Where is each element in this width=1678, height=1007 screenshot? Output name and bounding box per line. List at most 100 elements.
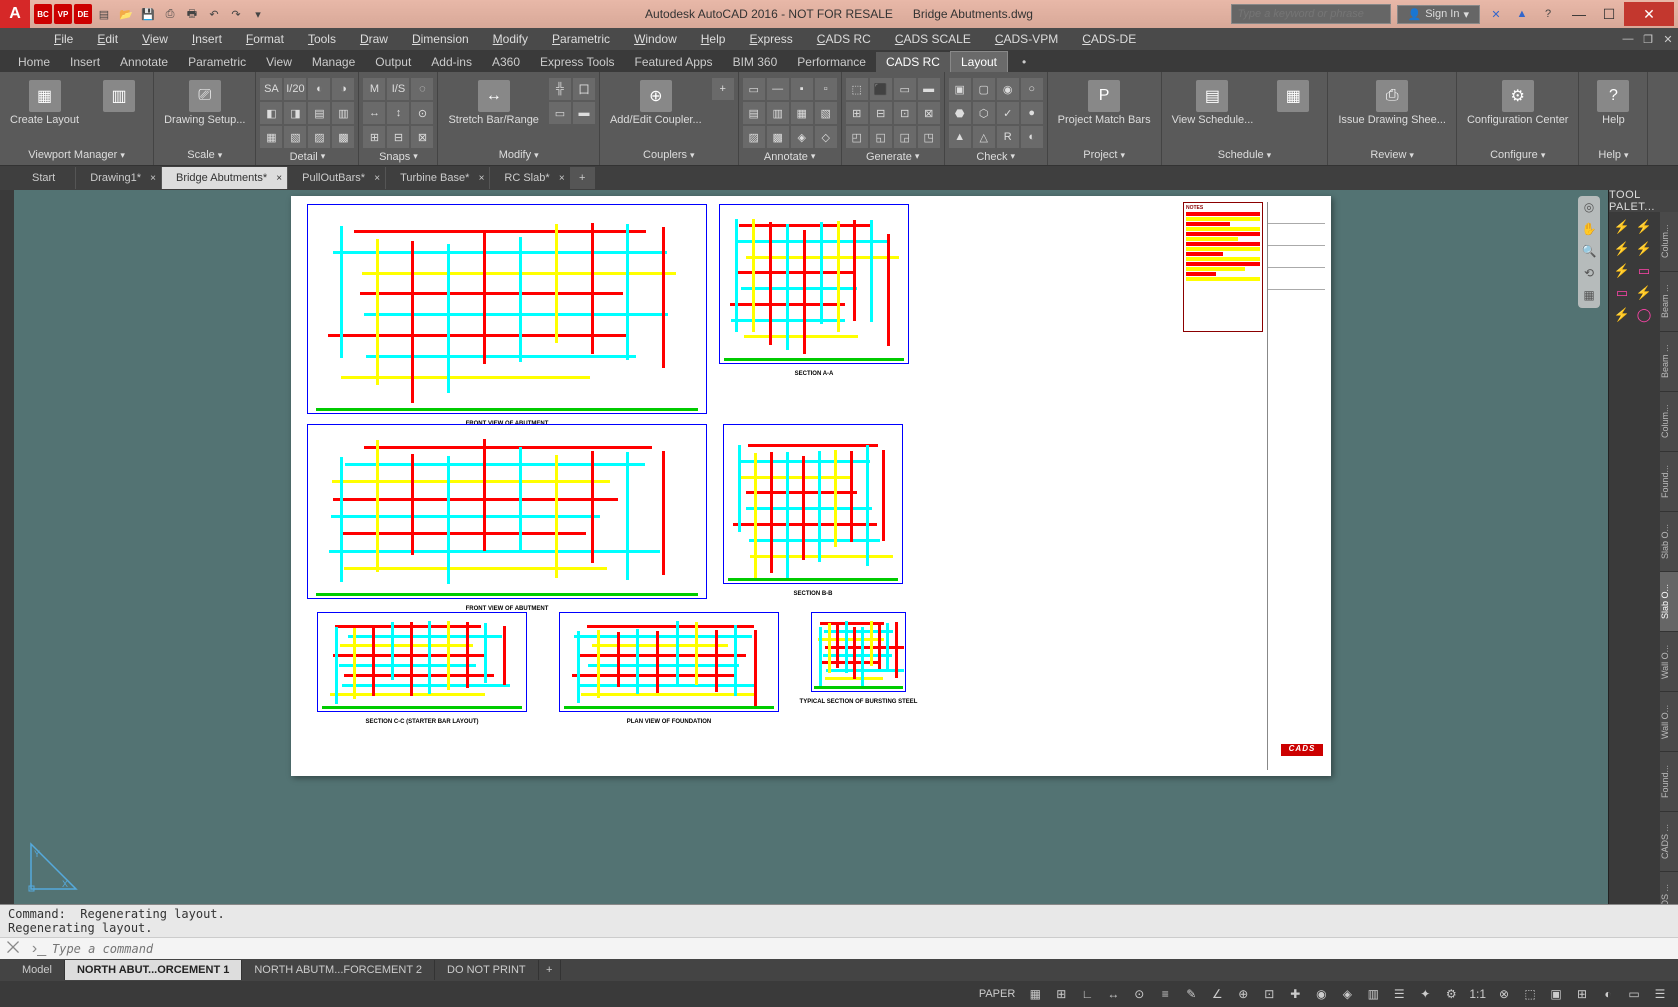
smallbtn-icon[interactable]: I/S xyxy=(387,78,409,100)
smallbtn-icon[interactable]: SA xyxy=(260,78,282,100)
palette-tool-icon[interactable]: ◯ xyxy=(1635,306,1653,324)
btn-viewschedule[interactable]: ▤View Schedule... xyxy=(1166,78,1260,128)
ribbontab-insert[interactable]: Insert xyxy=(60,52,110,72)
btn-addeditcoupler[interactable]: ⊕Add/Edit Coupler... xyxy=(604,78,708,128)
palette-tab[interactable]: Beam ... xyxy=(1660,332,1678,392)
menu-file[interactable]: File xyxy=(42,29,85,49)
menu-view[interactable]: View xyxy=(130,29,180,49)
ribbontab-annotate[interactable]: Annotate xyxy=(110,52,178,72)
status-btn-0[interactable]: ▦ xyxy=(1023,983,1047,1005)
smallbtn-icon[interactable]: ╬ xyxy=(549,78,571,100)
ribbontab-parametric[interactable]: Parametric xyxy=(178,52,256,72)
smallbtn-icon[interactable]: R xyxy=(997,126,1019,148)
menu-cadsde[interactable]: CADS-DE xyxy=(1070,29,1148,49)
new-tab-button[interactable]: + xyxy=(571,167,595,189)
ribbontab-addins[interactable]: Add-ins xyxy=(421,52,482,72)
palette-tool-icon[interactable]: ⚡ xyxy=(1635,284,1653,302)
qat-vpm-icon[interactable]: VP xyxy=(54,4,72,24)
smallbtn-icon[interactable]: ● xyxy=(1021,102,1043,124)
palette-tool-icon[interactable]: ⚡ xyxy=(1635,218,1653,236)
close-tab-icon[interactable]: × xyxy=(150,173,156,184)
add-layout-button[interactable]: + xyxy=(539,960,561,980)
smallbtn-icon[interactable]: ◰ xyxy=(846,126,868,148)
panel-title[interactable]: Scale xyxy=(158,145,251,165)
showmotion-icon[interactable]: ▦ xyxy=(1581,288,1597,304)
exchange-icon[interactable]: ✕ xyxy=(1486,4,1506,24)
panel-title[interactable]: Project xyxy=(1052,145,1157,165)
minimize-button[interactable]: — xyxy=(1564,2,1594,26)
btn-issuedrawingshee[interactable]: ⎙Issue Drawing Shee... xyxy=(1332,78,1452,128)
status-btn-11[interactable]: ◉ xyxy=(1309,983,1333,1005)
smallbtn-icon[interactable]: ▬ xyxy=(573,102,595,124)
smallbtn-icon[interactable]: ◧ xyxy=(260,102,282,124)
smallbtn-icon[interactable]: ⊠ xyxy=(918,102,940,124)
menu-dimension[interactable]: Dimension xyxy=(400,29,481,49)
close-button[interactable]: ✕ xyxy=(1624,2,1674,26)
palette-tab[interactable]: Beam ... xyxy=(1660,272,1678,332)
filetab-start[interactable]: Start xyxy=(18,167,76,189)
palette-tab[interactable]: Slab O... xyxy=(1660,512,1678,572)
close-tab-icon[interactable]: × xyxy=(479,173,485,184)
palette-tab[interactable]: Colum... xyxy=(1660,212,1678,272)
ucs-icon[interactable]: YX xyxy=(26,839,81,894)
status-btn-21[interactable]: ⊞ xyxy=(1570,983,1594,1005)
status-btn-1[interactable]: ⊞ xyxy=(1049,983,1073,1005)
smallbtn-icon[interactable]: ◨ xyxy=(284,102,306,124)
smallbtn-icon[interactable]: ▤ xyxy=(743,102,765,124)
btn-projectmatchbars[interactable]: PProject Match Bars xyxy=(1052,78,1157,128)
smallbtn-icon[interactable]: ▦ xyxy=(260,126,282,148)
ribbontab-performance[interactable]: Performance xyxy=(787,52,876,72)
status-btn-20[interactable]: ▣ xyxy=(1544,983,1568,1005)
panel-title[interactable]: Check xyxy=(949,148,1043,165)
btn-stretchbarrange[interactable]: ↔Stretch Bar/Range xyxy=(442,78,545,128)
smallbtn-icon[interactable]: ▭ xyxy=(894,78,916,100)
ribbontab-output[interactable]: Output xyxy=(365,52,421,72)
viewport-1[interactable]: SECTION A-A xyxy=(719,204,909,364)
status-btn-9[interactable]: ⊡ xyxy=(1257,983,1281,1005)
smallbtn-icon[interactable]: ▨ xyxy=(743,126,765,148)
search-input[interactable] xyxy=(1231,4,1391,24)
palette-tool-icon[interactable]: ⚡ xyxy=(1613,240,1631,258)
smallbtn-icon[interactable]: ⬚ xyxy=(846,78,868,100)
smallbtn-icon[interactable]: ▨ xyxy=(308,126,330,148)
panel-title[interactable]: Help xyxy=(1583,145,1643,165)
status-btn-24[interactable]: ☰ xyxy=(1648,983,1672,1005)
palette-tool-icon[interactable]: ▭ xyxy=(1635,262,1653,280)
smallbtn-icon[interactable]: ◱ xyxy=(870,126,892,148)
ribbontab-featuredapps[interactable]: Featured Apps xyxy=(625,52,723,72)
qat-redo-icon[interactable]: ↷ xyxy=(226,4,246,24)
pan-icon[interactable]: ✋ xyxy=(1581,222,1597,238)
panel-title[interactable]: Annotate xyxy=(743,148,837,165)
smallbtn-icon[interactable]: ↕ xyxy=(387,102,409,124)
status-btn-4[interactable]: ⊙ xyxy=(1127,983,1151,1005)
status-btn-15[interactable]: ✦ xyxy=(1413,983,1437,1005)
panel-title[interactable]: Viewport Manager xyxy=(4,145,149,165)
filetab-pulloutbars[interactable]: PullOutBars*× xyxy=(288,167,386,189)
smallbtn-icon[interactable]: ▭ xyxy=(743,78,765,100)
layouttab-northabutmforcement2[interactable]: NORTH ABUTM...FORCEMENT 2 xyxy=(242,960,435,980)
menu-cadsscale[interactable]: CADS SCALE xyxy=(883,29,983,49)
filetab-turbinebase[interactable]: Turbine Base*× xyxy=(386,167,490,189)
btn-drawingsetup[interactable]: ⎚Drawing Setup... xyxy=(158,78,251,128)
ribbontab-view[interactable]: View xyxy=(256,52,302,72)
status-btn-3[interactable]: ↔ xyxy=(1101,983,1125,1005)
panel-title[interactable]: Couplers xyxy=(604,145,734,165)
status-btn-16[interactable]: ⚙ xyxy=(1439,983,1463,1005)
smallbtn-icon[interactable]: ⊟ xyxy=(387,126,409,148)
qat-de-icon[interactable]: DE xyxy=(74,4,92,24)
app-logo[interactable]: A xyxy=(0,0,30,28)
nav-bar[interactable]: ◎ ✋ 🔍 ⟲ ▦ xyxy=(1578,196,1600,308)
smallbtn-icon[interactable]: — xyxy=(767,78,789,100)
palette-tab[interactable]: CADS ... xyxy=(1660,812,1678,872)
panel-title[interactable]: Generate xyxy=(846,148,940,165)
smallbtn-icon[interactable]: ⬡ xyxy=(973,102,995,124)
smallbtn-icon[interactable]: ⊠ xyxy=(411,126,433,148)
btn-[interactable]: ▥ xyxy=(89,78,149,114)
palette-tab[interactable]: Colum... xyxy=(1660,392,1678,452)
smallbtn-icon[interactable]: ◐ xyxy=(308,78,330,100)
menu-modify[interactable]: Modify xyxy=(481,29,540,49)
qat-saveas-icon[interactable]: ⎙ xyxy=(160,4,180,24)
palette-tool-icon[interactable]: ⚡ xyxy=(1613,218,1631,236)
palette-tab[interactable]: Found... xyxy=(1660,452,1678,512)
palette-tab[interactable]: Wall O... xyxy=(1660,692,1678,752)
